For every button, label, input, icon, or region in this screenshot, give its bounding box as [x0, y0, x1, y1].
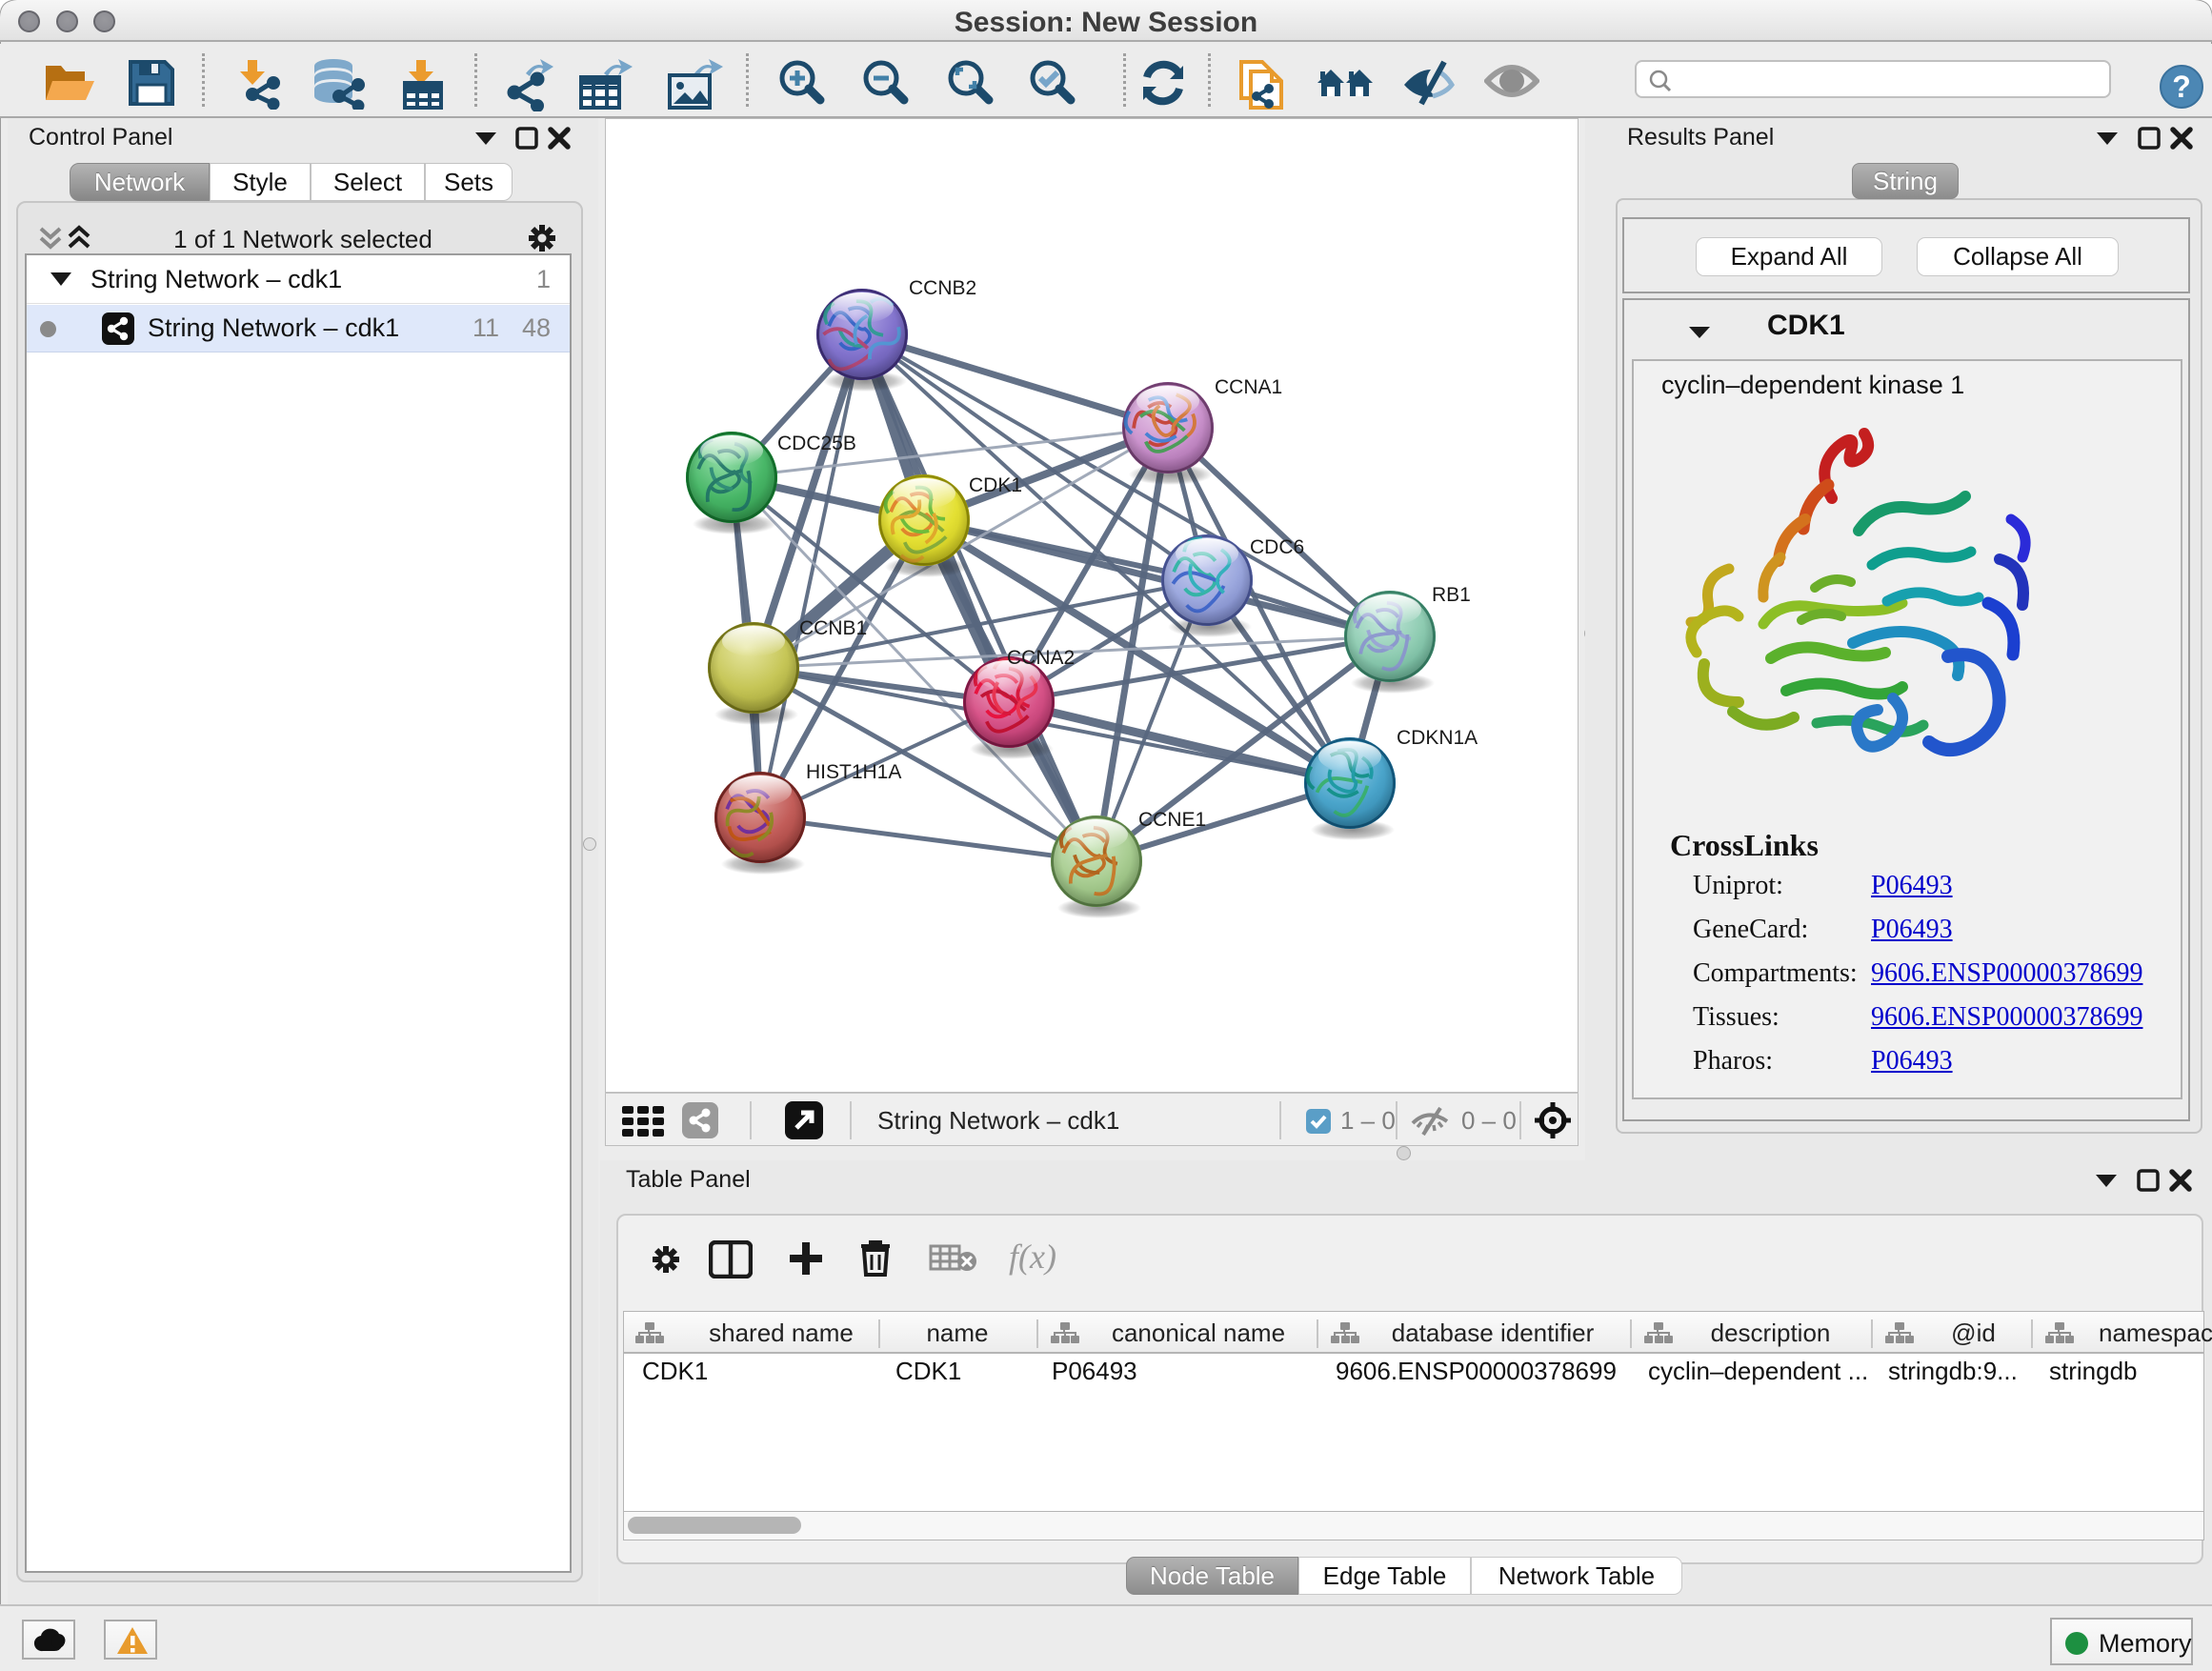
- svg-text:?: ?: [2172, 70, 2191, 104]
- svg-text:CCNB1: CCNB1: [799, 617, 867, 639]
- svg-text:CDC25B: CDC25B: [777, 433, 856, 454]
- svg-text:RB1: RB1: [1432, 584, 1471, 606]
- svg-text:CCNE1: CCNE1: [1138, 809, 1206, 831]
- svg-text:CCNB2: CCNB2: [909, 277, 976, 299]
- svg-text:CDKN1A: CDKN1A: [1397, 727, 1478, 749]
- svg-text:HIST1H1A: HIST1H1A: [806, 761, 901, 783]
- svg-text:CDK1: CDK1: [969, 474, 1022, 496]
- svg-text:CCNA1: CCNA1: [1215, 376, 1282, 398]
- svg-text:CDC6: CDC6: [1250, 536, 1304, 558]
- svg-text:CCNA2: CCNA2: [1007, 647, 1075, 669]
